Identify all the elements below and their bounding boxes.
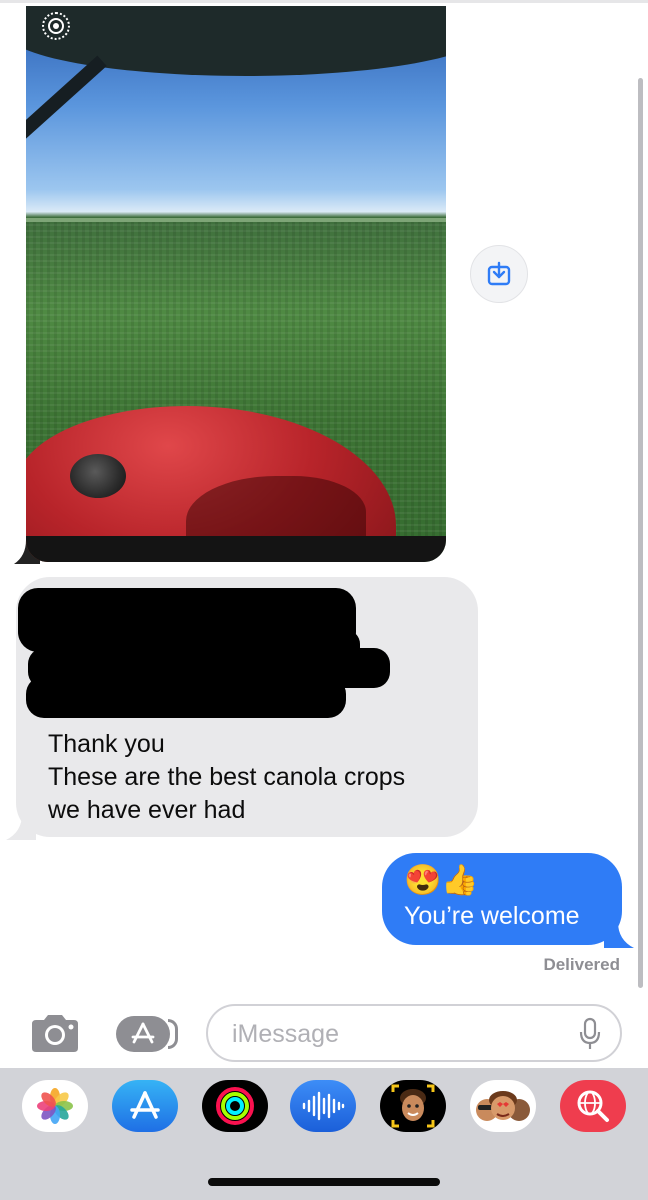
globe-search-icon xyxy=(577,1090,609,1122)
outgoing-message-text: You’re welcome xyxy=(404,902,580,930)
app-store-button[interactable] xyxy=(116,1015,178,1053)
app-store-icon xyxy=(130,1091,160,1119)
app-drawer-photos[interactable] xyxy=(22,1080,88,1132)
redaction-block xyxy=(26,676,346,718)
message-input[interactable]: iMessage xyxy=(206,1004,622,1062)
app-drawer-images-search[interactable] xyxy=(560,1080,626,1132)
microphone-icon[interactable] xyxy=(578,1017,602,1051)
memoji-icon xyxy=(391,1084,435,1128)
app-drawer-activity[interactable] xyxy=(202,1080,268,1132)
app-drawer-memoji[interactable] xyxy=(380,1080,446,1132)
photo-fuel-cap xyxy=(70,454,126,498)
outgoing-message-emoji: 😍👍 xyxy=(404,864,479,897)
save-to-photos-icon xyxy=(487,261,511,286)
camera-button[interactable] xyxy=(28,1014,84,1054)
memoji-stickers-icon xyxy=(476,1091,530,1121)
app-store-icon xyxy=(131,1022,155,1044)
photo-cab-pillar xyxy=(26,55,107,147)
home-indicator[interactable] xyxy=(208,1178,440,1186)
photo-message[interactable] xyxy=(26,6,446,562)
incoming-message-text: Thank you These are the best canola crop… xyxy=(48,730,406,824)
save-to-photos-button[interactable] xyxy=(470,245,528,303)
photo-horizon xyxy=(26,218,446,222)
app-drawer-memoji-stickers[interactable] xyxy=(470,1080,536,1132)
photo-dashboard xyxy=(26,536,446,562)
activity-icon xyxy=(216,1087,254,1125)
camera-icon xyxy=(32,1015,78,1052)
scrollbar[interactable] xyxy=(638,78,643,988)
top-divider xyxy=(0,0,648,3)
message-input-placeholder: iMessage xyxy=(232,1020,339,1048)
app-drawer-app-store[interactable] xyxy=(112,1080,178,1132)
app-drawer-audio-message[interactable] xyxy=(290,1080,356,1132)
audio-waveform-icon xyxy=(302,1091,345,1121)
live-photo-icon[interactable] xyxy=(42,12,70,40)
delivery-status: Delivered xyxy=(543,955,620,974)
photos-icon xyxy=(37,1088,73,1124)
